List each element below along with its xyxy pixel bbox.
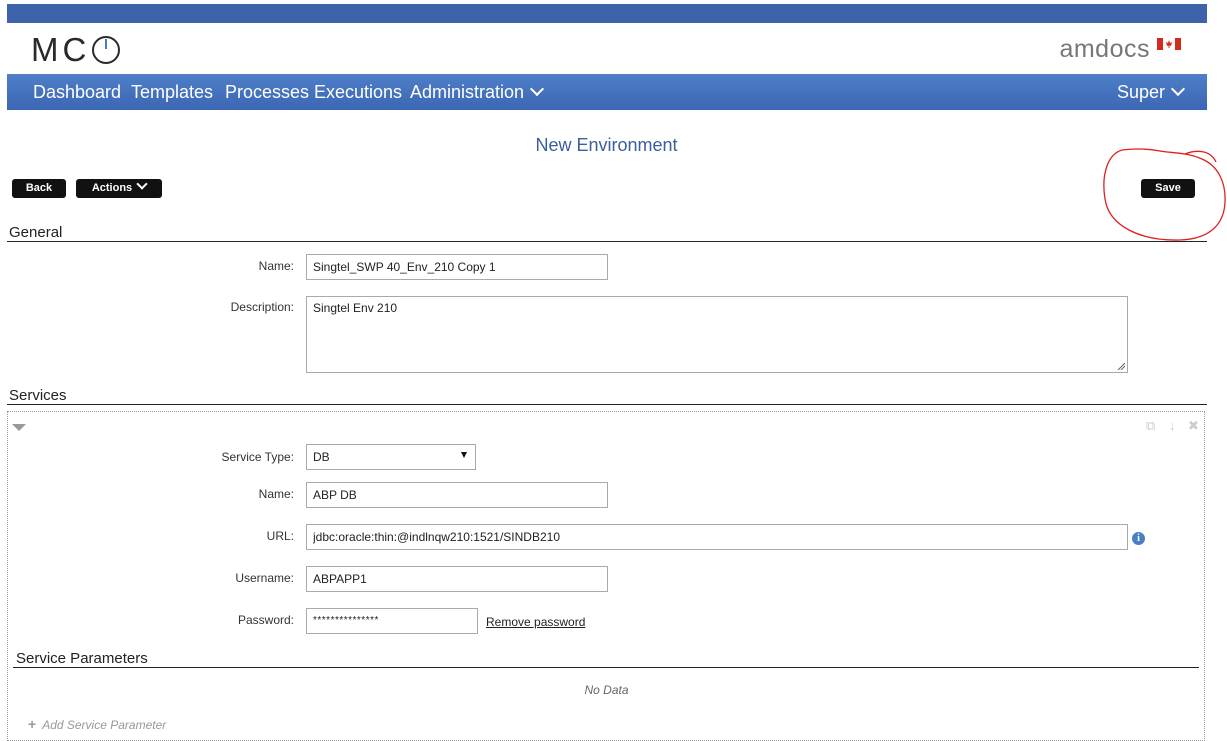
nav-processes[interactable]: Processes	[225, 82, 309, 103]
name-label: Name:	[258, 259, 294, 273]
mco-logo: MC	[31, 31, 121, 69]
back-button[interactable]: Back	[12, 179, 66, 198]
close-icon[interactable]: ✖	[1188, 418, 1199, 434]
name-field[interactable]	[306, 254, 608, 280]
page-title: New Environment	[535, 135, 678, 155]
actions-button[interactable]: Actions	[76, 178, 162, 198]
plus-icon: +	[28, 716, 37, 732]
canada-flag-icon	[1157, 38, 1181, 50]
username-label: Username:	[235, 571, 294, 585]
nav-administration-label: Administration	[410, 82, 525, 102]
chevron-down-icon	[136, 178, 148, 190]
add-service-parameter-label: Add Service Parameter	[42, 718, 167, 732]
amdocs-logo: amdocs	[1059, 35, 1150, 63]
service-parameters-heading: Service Parameters	[16, 650, 148, 667]
description-field[interactable]: Singtel Env 210	[306, 296, 1128, 373]
services-heading: Services	[9, 387, 67, 404]
nav-administration[interactable]: Administration	[410, 81, 545, 103]
service-name-field[interactable]	[306, 482, 608, 508]
add-service-parameter-button[interactable]: + Add Service Parameter	[28, 716, 166, 732]
nav-templates[interactable]: Templates	[131, 82, 213, 103]
user-name: Super	[1117, 82, 1166, 102]
services-divider	[7, 404, 1207, 405]
general-divider	[7, 241, 1207, 242]
username-field[interactable]	[306, 566, 608, 592]
general-heading: General	[9, 224, 63, 241]
actions-label: Actions	[91, 182, 133, 194]
resize-grip-icon[interactable]	[1117, 362, 1125, 370]
password-field[interactable]: ***************	[306, 608, 478, 634]
copy-icon[interactable]: ⧉	[1146, 418, 1155, 434]
dropdown-arrow-icon	[461, 452, 467, 458]
service-type-label: Service Type:	[221, 450, 294, 464]
url-field[interactable]	[306, 524, 1128, 550]
chevron-down-icon	[1170, 81, 1186, 97]
service-parameters-divider	[13, 667, 1199, 668]
collapse-caret-icon[interactable]	[12, 424, 26, 431]
red-circle-annotation	[1103, 148, 1226, 241]
info-icon[interactable]: i	[1132, 532, 1145, 545]
nav-dashboard[interactable]: Dashboard	[33, 82, 121, 103]
top-brand-bar	[7, 4, 1207, 23]
description-label: Description:	[230, 300, 294, 314]
password-label: Password:	[237, 613, 294, 627]
main-nav: Dashboard Templates Processes Executions…	[7, 74, 1207, 110]
service-name-label: Name:	[258, 487, 294, 501]
nav-executions[interactable]: Executions	[314, 82, 402, 103]
remove-password-link[interactable]: Remove password	[486, 615, 585, 629]
chevron-down-icon	[529, 81, 545, 97]
url-label: URL:	[266, 529, 294, 543]
service-type-select[interactable]: DB	[306, 444, 476, 470]
move-down-icon[interactable]: ↓	[1169, 418, 1176, 433]
no-data-text: No Data	[584, 683, 629, 697]
user-menu[interactable]: Super	[1117, 81, 1186, 103]
